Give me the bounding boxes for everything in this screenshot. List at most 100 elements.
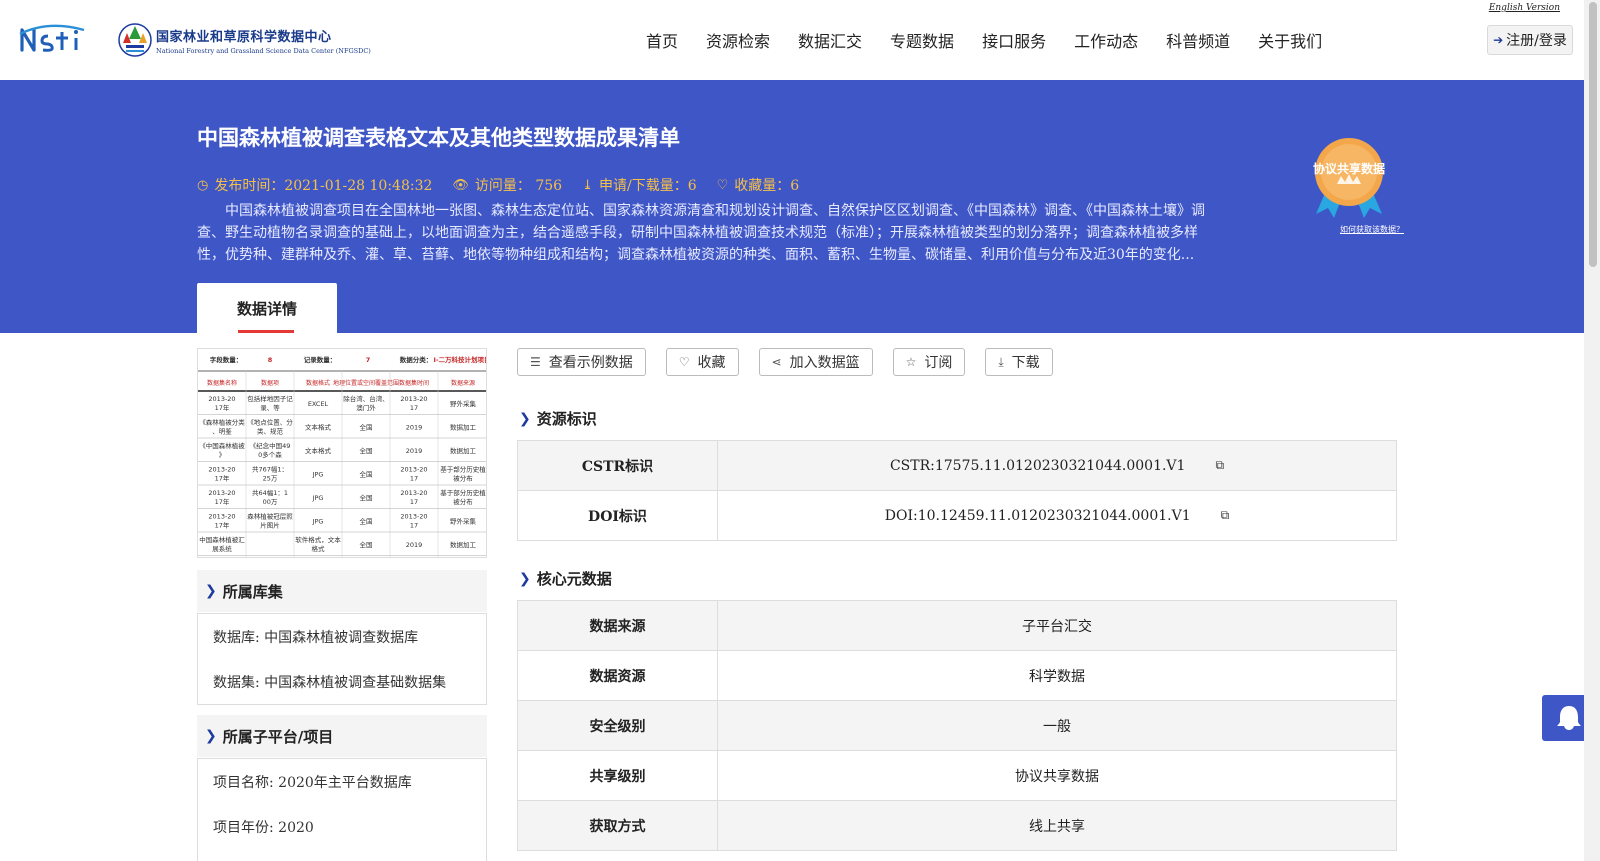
subscribe-label: 订阅 xyxy=(924,355,953,371)
thumbnail-text: 野外采集 xyxy=(450,399,477,408)
thumbnail-text: 基于部分历史植 xyxy=(440,488,486,497)
thumbnail-text: 2013-20 xyxy=(208,513,235,521)
thumbnail-text: 共767幅1： xyxy=(252,465,288,474)
nav-home[interactable]: 首页 xyxy=(646,28,678,52)
nav-api-service[interactable]: 接口服务 xyxy=(982,28,1046,52)
share-icon: ⋖ xyxy=(771,355,782,369)
identifiers-table: CSTR标识 CSTR:17575.11.0120230321044.0001.… xyxy=(517,440,1397,541)
chevron-right-icon: ❯ xyxy=(519,410,531,427)
copy-icon[interactable]: ⧉ xyxy=(1221,508,1230,523)
thumbnail-text: 澳门外 xyxy=(356,403,376,412)
data-source-label: 数据来源 xyxy=(518,601,718,650)
thumbnail-text: 》 xyxy=(219,451,226,459)
heart-icon: ♡ xyxy=(678,355,690,369)
favorite-button[interactable]: ♡ 收藏 xyxy=(665,348,739,376)
nav-about-us[interactable]: 关于我们 xyxy=(1258,28,1322,52)
thumbnail-text: 数据集时间 xyxy=(399,379,429,387)
thumbnail-text: 包括样地因子记 xyxy=(247,394,293,403)
copy-icon[interactable]: ⧉ xyxy=(1215,458,1224,473)
thumbnail-text: 全国 xyxy=(360,470,373,479)
thumbnail-text: 格式 xyxy=(312,544,326,553)
cstr-value-cell: CSTR:17575.11.0120230321044.0001.V1 ⧉ xyxy=(718,441,1396,490)
thumbnail-text: 森林植被冠层照 xyxy=(247,512,293,521)
thumbnail-text: 《中国森林植被 xyxy=(199,441,245,450)
login-label: 注册/登录 xyxy=(1506,33,1567,49)
library-item-dataset[interactable]: 数据集: 中国森林植被调查基础数据集 xyxy=(198,659,486,704)
dataset-thumbnail[interactable]: 字段数量： 8 记录数量： 7 数据分类： Ⅰ-二万科技计划项目 数据集名称 数据项 数据格式地… xyxy=(197,348,487,558)
library-section-head: ❯ 所属库集 xyxy=(197,570,487,612)
thumbnail-text: 0多个森 xyxy=(258,450,282,459)
download-button[interactable]: ⤓ 下载 xyxy=(985,348,1053,376)
thumbnail-text: 17年 xyxy=(215,497,230,506)
thumbnail-text: 2019 xyxy=(406,447,423,455)
library-item-database[interactable]: 数据库: 中国森林植被调查数据库 xyxy=(198,614,486,659)
nav-thematic-data[interactable]: 专题数据 xyxy=(890,28,954,52)
thumbnail-text: 2013-20 xyxy=(208,395,235,403)
nav-science-channel[interactable]: 科普频道 xyxy=(1166,28,1230,52)
thumbnail-text: 2013-20 xyxy=(400,489,427,497)
add-to-basket-label: 加入数据篮 xyxy=(789,355,860,371)
publish-time: ◷ 发布时间：2021-01-28 10:48:32 xyxy=(197,175,432,195)
cstr-value: CSTR:17575.11.0120230321044.0001.V1 xyxy=(889,457,1186,474)
login-button[interactable]: ➔ 注册/登录 xyxy=(1487,25,1573,55)
thumbnail-text: Ⅰ-二万科技计划项目 xyxy=(433,355,487,364)
thumbnail-text: 基于部分历史植 xyxy=(440,465,486,474)
thumbnail-text: 7 xyxy=(366,356,371,364)
page-title: 中国森林植被调查表格文本及其他类型数据成果清单 xyxy=(197,126,680,150)
security-level-label: 安全级别 xyxy=(518,701,718,750)
core-metadata-section-title: 核心元数据 xyxy=(536,570,612,588)
thumbnail-text: 被分布 xyxy=(453,474,473,483)
thumbnail-text: 除台湾、台湾、 xyxy=(343,394,389,403)
page-scrollbar[interactable] xyxy=(1584,0,1600,861)
data-resource-value: 科学数据 xyxy=(718,651,1396,700)
thumbnail-text: 地理位置或空间覆盖范围 xyxy=(333,379,399,387)
thumbnail-text: 类、规范 xyxy=(257,427,284,436)
library-box: 数据库: 中国森林植被调查数据库 数据集: 中国森林植被调查基础数据集 xyxy=(197,613,487,705)
thumbnail-text: 2013-20 xyxy=(208,489,235,497)
subscribe-button[interactable]: ☆ 订阅 xyxy=(892,348,966,376)
platform-section-head: ❯ 所属子平台/项目 xyxy=(197,715,487,757)
identifiers-section-title: 资源标识 xyxy=(536,410,597,428)
nfgsdc-logo[interactable]: 国家林业和草原科学数据中心 National Forestry and Gras… xyxy=(118,20,371,60)
scrollbar-thumb[interactable] xyxy=(1589,2,1597,267)
tab-data-details-label: 数据详情 xyxy=(236,299,297,318)
nfgsdc-emblem-icon xyxy=(118,21,152,59)
cstr-label: CSTR标识 xyxy=(518,441,718,490)
preview-data-button[interactable]: ☰ 查看示例数据 xyxy=(517,348,646,376)
thumbnail-text: 文本格式 xyxy=(305,446,332,455)
core-metadata-section-head: ❯ 核心元数据 xyxy=(519,568,612,589)
action-toolbar: ☰ 查看示例数据 ♡ 收藏 ⋖ 加入数据篮 ☆ 订阅 ⤓ 下载 xyxy=(517,348,1073,376)
thumbnail-text: 2013-20 xyxy=(400,513,427,521)
tab-data-details[interactable]: 数据详情 xyxy=(197,283,337,333)
thumbnail-text: 文本格式 xyxy=(305,423,332,432)
tab-active-indicator xyxy=(238,330,294,333)
thumbnail-text: 数据加工 xyxy=(450,540,477,549)
thumbnail-text: 数据格式 xyxy=(306,379,330,387)
thumbnail-text: JPG xyxy=(312,494,324,502)
nav-data-submission[interactable]: 数据汇交 xyxy=(798,28,862,52)
platform-item-name: 项目名称: 2020年主平台数据库 xyxy=(213,774,412,791)
download-count: ⤓ 申请/下载量：6 xyxy=(582,175,697,195)
how-to-get-data-link[interactable]: 如何获取该数据？ xyxy=(1340,224,1404,235)
security-level-value: 一般 xyxy=(718,701,1396,750)
access-method-label: 获取方式 xyxy=(518,801,718,850)
library-section-title: 所属库集 xyxy=(222,582,283,601)
table-row: 共享级别 协议共享数据 xyxy=(518,751,1396,801)
logo-english-name: National Forestry and Grassland Science … xyxy=(156,46,371,55)
thumbnail-text: 25万 xyxy=(263,475,278,483)
thumbnail-text: 片图片 xyxy=(260,521,280,530)
thumbnail-text: 《森林植被分类 xyxy=(199,418,245,427)
english-version-link[interactable]: English Version xyxy=(1489,3,1560,13)
thumbnail-text: 2019 xyxy=(406,541,423,549)
share-level-label: 共享级别 xyxy=(518,751,718,800)
site-header: 国家林业和草原科学数据中心 National Forestry and Gras… xyxy=(0,0,1584,80)
thumbnail-text: 全国 xyxy=(360,540,373,549)
identifiers-section-head: ❯ 资源标识 xyxy=(519,408,597,429)
nav-resource-search[interactable]: 资源检索 xyxy=(706,28,770,52)
csti-logo[interactable] xyxy=(18,22,98,56)
thumbnail-table: 字段数量： 8 记录数量： 7 数据分类： Ⅰ-二万科技计划项目数据集名称 数据项 数据格式地… xyxy=(198,355,487,557)
main-nav: 首页 资源检索 数据汇交 专题数据 接口服务 工作动态 科普频道 关于我们 xyxy=(646,28,1350,52)
table-row: CSTR标识 CSTR:17575.11.0120230321044.0001.… xyxy=(518,441,1396,491)
nav-news[interactable]: 工作动态 xyxy=(1074,28,1138,52)
add-to-basket-button[interactable]: ⋖ 加入数据篮 xyxy=(758,348,873,376)
